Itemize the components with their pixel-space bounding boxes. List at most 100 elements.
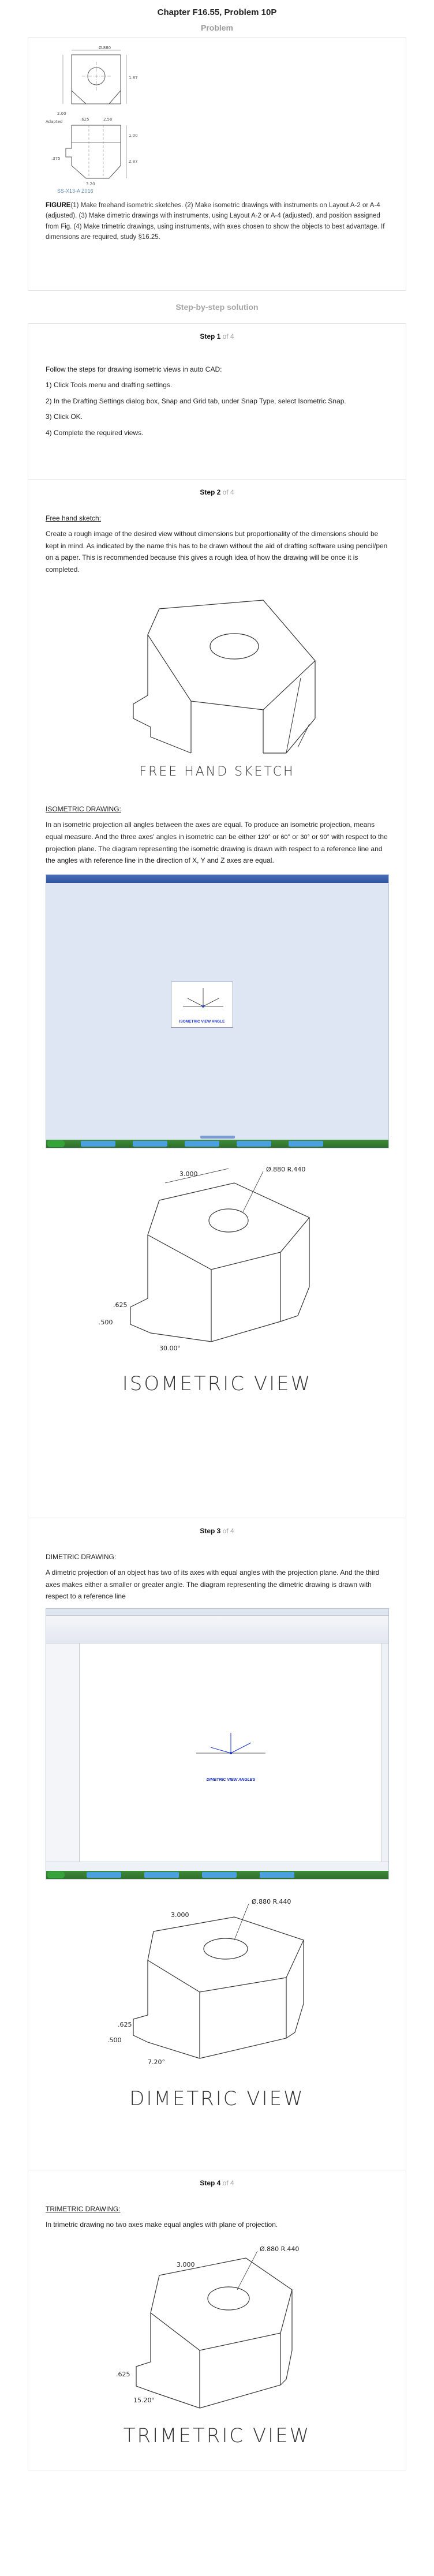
- step-number: Step 1: [200, 332, 221, 340]
- step-heading: Step 1 of 4: [46, 324, 388, 347]
- problem-figure: Ø.880 1.87 2.00 Adapted .625 2.50 1.00 .…: [46, 46, 138, 186]
- page: Chapter F16.55, Problem 10P Problem Ø.88…: [0, 0, 434, 2576]
- page-title: Chapter F16.55, Problem 10P: [157, 8, 277, 17]
- isometric-angle-diagram: Isometric view angle: [171, 982, 233, 1028]
- section-heading: Free hand sketch:: [46, 514, 102, 522]
- text-run: or: [292, 832, 298, 841]
- figure-caption: SS-X13-A Z016: [57, 188, 93, 194]
- step-3: Step 3 of 4 DIMETRIC DRAWING: A dimetric…: [28, 1518, 406, 2170]
- step-number: Step 2: [200, 488, 221, 496]
- taskbar-item[interactable]: [289, 1141, 323, 1147]
- step-text: 2) In the Drafting Settings dialog box, …: [46, 396, 346, 405]
- view-label: TRIMETRIC VIEW: [123, 2424, 311, 2447]
- dimension-label: Ø.880 R.440: [266, 1166, 305, 1173]
- dimension-label: 3.000: [179, 1170, 198, 1178]
- window-titlebar: [46, 1608, 388, 1616]
- dimension-label: .500: [99, 1319, 113, 1326]
- step-2: Step 2 of 4 Free hand sketch: Create a r…: [28, 480, 406, 1518]
- figure-label: 1.87: [129, 76, 138, 80]
- step-text: In trimetric drawing no two axes make eq…: [46, 2221, 278, 2229]
- section-heading: ISOMETRIC DRAWING:: [46, 805, 121, 814]
- figure-label: 2.50: [103, 117, 113, 122]
- step-number: Step 4: [200, 2179, 221, 2187]
- step-1: Step 1 of 4 Follow the steps for drawing…: [28, 324, 406, 480]
- trimetric-view-drawing: Ø.880 R.440 3.000 .625 15.20°: [116, 2245, 299, 2409]
- angle-diagram: [183, 988, 223, 1008]
- dimension-label: Ø.880 R.440: [252, 1898, 291, 1905]
- taskbar: [46, 1870, 388, 1879]
- dimension-label: 3.000: [171, 1911, 189, 1919]
- dimension-label: .625: [118, 2021, 132, 2028]
- section-heading: TRIMETRIC DRAWING:: [46, 2205, 121, 2213]
- right-toolbar[interactable]: [381, 1643, 388, 1862]
- screenshot-title: DIMETRIC VIEW ANGLES: [206, 1777, 256, 1782]
- step-heading: Step 3 of 4: [46, 1518, 388, 1541]
- status-bar: [46, 1861, 388, 1871]
- section-heading: DIMETRIC DRAWING:: [46, 1553, 117, 1561]
- angle-value: 90°: [320, 833, 330, 841]
- taskbar-item[interactable]: [185, 1141, 219, 1147]
- view-label: ISOMETRIC VIEW: [122, 1372, 312, 1396]
- start-button[interactable]: [47, 1140, 65, 1148]
- cad-screenshot: Isometric view angle: [46, 874, 389, 1149]
- angle-value: 120°: [257, 833, 271, 841]
- step-heading: Step 4 of 4: [46, 2170, 388, 2193]
- start-button[interactable]: [47, 1871, 65, 1878]
- figure-label: Adapted: [46, 119, 62, 124]
- dimension-label: 7.20°: [148, 2058, 165, 2066]
- step-text: Follow the steps for drawing isometric v…: [46, 365, 222, 373]
- dimension-label: .500: [107, 2036, 122, 2044]
- taskbar-item[interactable]: [144, 1871, 179, 1878]
- dimension-label: 15.20°: [133, 2397, 155, 2404]
- feature-tree-panel[interactable]: [46, 1643, 80, 1862]
- step-count: of 4: [222, 2179, 234, 2187]
- taskbar-item[interactable]: [87, 1871, 121, 1878]
- figure-label: 3.20: [86, 182, 95, 186]
- screenshot-title: Isometric view angle: [179, 1020, 225, 1024]
- dimetric-view-drawing: Ø.880 R.440 3.000 .625 .500 7.20°: [107, 1898, 304, 2066]
- figure-label: .375: [51, 156, 61, 161]
- figure-label: 1.00: [129, 133, 138, 138]
- ribbon-toolbar[interactable]: [46, 1615, 388, 1643]
- cad-screenshot: DIMETRIC VIEW ANGLES: [46, 1608, 389, 1879]
- taskbar-item[interactable]: [202, 1871, 237, 1878]
- angle-value: 30°: [300, 833, 310, 841]
- text-run: or: [272, 832, 279, 841]
- text-run: or: [312, 832, 318, 841]
- solution-heading: Step-by-step solution: [175, 302, 259, 312]
- problem-caption: FIGURE(1) Make freehand isometric sketch…: [46, 200, 388, 243]
- caption-figure-label: FIGURE: [46, 201, 71, 209]
- step-text: 3) Click OK.: [46, 413, 83, 421]
- step-count: of 4: [222, 1527, 234, 1535]
- step-4: Step 4 of 4 TRIMETRIC DRAWING: In trimet…: [28, 2170, 406, 2470]
- dimension-label: Ø.880 R.440: [260, 2245, 299, 2253]
- step-text: 4) Complete the required views.: [46, 428, 144, 437]
- figure-label: 2.87: [129, 159, 138, 164]
- problem-card: Ø.880 1.87 2.00 Adapted .625 2.50 1.00 .…: [28, 37, 406, 291]
- figure-label: 2.00: [57, 111, 66, 116]
- solution-card: Step 1 of 4 Follow the steps for drawing…: [28, 323, 406, 2470]
- dimension-label: 30.00°: [159, 1345, 181, 1352]
- caption-text: (1) Make freehand isometric sketches. (2…: [46, 201, 385, 241]
- dimension-label: 3.000: [177, 2261, 195, 2268]
- layout-tabs: [46, 1130, 388, 1139]
- problem-heading: Problem: [200, 23, 233, 32]
- taskbar-item[interactable]: [237, 1141, 271, 1147]
- angle-value: 60°: [280, 833, 290, 841]
- step-heading: Step 2 of 4: [46, 480, 388, 503]
- step-text: Create a rough image of the desired view…: [46, 530, 388, 574]
- step-text: In an isometric projection all angles be…: [46, 819, 388, 866]
- taskbar-item[interactable]: [260, 1871, 294, 1878]
- window-titlebar: [46, 875, 388, 883]
- step-number: Step 3: [200, 1527, 221, 1535]
- step-count: of 4: [222, 488, 234, 496]
- taskbar-item[interactable]: [81, 1141, 115, 1147]
- dimetric-angle-diagram: [196, 1732, 265, 1754]
- dimension-label: .625: [116, 2371, 130, 2378]
- step-count: of 4: [222, 332, 234, 340]
- dimension-label: .625: [113, 1301, 128, 1309]
- freehand-sketch: [133, 600, 316, 754]
- step-text: A dimetric projection of an object has t…: [46, 1568, 380, 1601]
- taskbar-item[interactable]: [133, 1141, 167, 1147]
- taskbar: [46, 1140, 388, 1148]
